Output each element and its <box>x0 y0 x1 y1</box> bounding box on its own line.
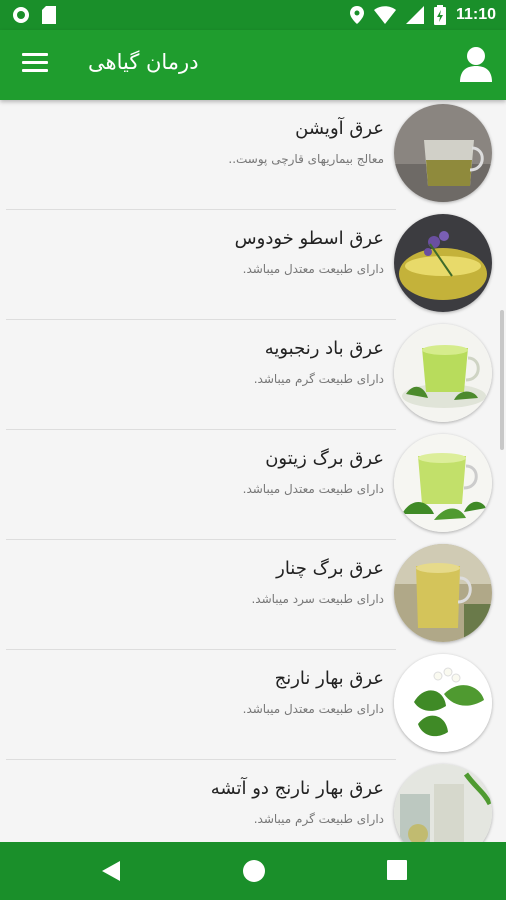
sd-card-icon <box>42 6 56 24</box>
app-bar: درمان گیاهی <box>0 30 506 100</box>
item-thumbnail <box>394 214 492 312</box>
item-subtitle: معالج بیماریهای قارچی پوست.. <box>228 152 384 166</box>
signal-icon <box>405 6 424 24</box>
list-item[interactable]: عرق برگ چنار دارای طبیعت سرد میباشد. <box>0 540 506 650</box>
item-subtitle: دارای طبیعت گرم میباشد. <box>253 812 384 826</box>
status-time: 11:10 <box>455 6 496 23</box>
navigation-bar <box>0 842 506 900</box>
item-title: عرق برگ زیتون <box>265 448 384 469</box>
item-subtitle: دارای طبیعت گرم میباشد. <box>253 372 384 386</box>
recents-icon[interactable] <box>386 859 408 881</box>
home-icon[interactable] <box>242 859 266 883</box>
battery-icon <box>433 5 446 25</box>
herb-list[interactable]: عرق آویشن معالج بیماریهای قارچی پوست.. ع… <box>0 100 506 842</box>
item-thumbnail <box>394 654 492 752</box>
back-icon[interactable] <box>100 859 122 883</box>
item-subtitle: دارای طبیعت معتدل میباشد. <box>242 482 384 496</box>
wifi-icon <box>373 6 396 24</box>
list-item[interactable]: عرق برگ زیتون دارای طبیعت معتدل میباشد. <box>0 430 506 540</box>
app-title: درمان گیاهی <box>88 50 199 74</box>
item-title: عرق برگ چنار <box>276 558 384 579</box>
item-thumbnail <box>394 324 492 422</box>
item-thumbnail <box>394 764 492 842</box>
item-title: عرق باد رنجبویه <box>264 338 384 359</box>
list-item[interactable]: عرق بهار نارنج دارای طبیعت معتدل میباشد. <box>0 650 506 760</box>
item-title: عرق بهار نارنج <box>274 668 384 689</box>
list-item[interactable]: عرق بهار نارنج دو آتشه دارای طبیعت گرم م… <box>0 760 506 842</box>
list-item[interactable]: عرق آویشن معالج بیماریهای قارچی پوست.. <box>0 100 506 210</box>
item-thumbnail <box>394 434 492 532</box>
location-icon <box>349 6 364 24</box>
account-icon[interactable] <box>460 46 492 82</box>
status-bar: 11:10 <box>0 0 506 30</box>
item-subtitle: دارای طبیعت سرد میباشد. <box>251 592 384 606</box>
item-thumbnail <box>394 104 492 202</box>
item-thumbnail <box>394 544 492 642</box>
item-subtitle: دارای طبیعت معتدل میباشد. <box>242 262 384 276</box>
list-item[interactable]: عرق اسطو خودوس دارای طبیعت معتدل میباشد. <box>0 210 506 320</box>
hamburger-menu-icon[interactable] <box>22 53 48 75</box>
notification-icon <box>13 7 29 23</box>
item-title: عرق اسطو خودوس <box>234 228 384 249</box>
item-title: عرق آویشن <box>295 118 384 139</box>
scrollbar[interactable] <box>500 310 504 450</box>
item-subtitle: دارای طبیعت معتدل میباشد. <box>242 702 384 716</box>
item-title: عرق بهار نارنج دو آتشه <box>210 778 384 799</box>
list-item[interactable]: عرق باد رنجبویه دارای طبیعت گرم میباشد. <box>0 320 506 430</box>
